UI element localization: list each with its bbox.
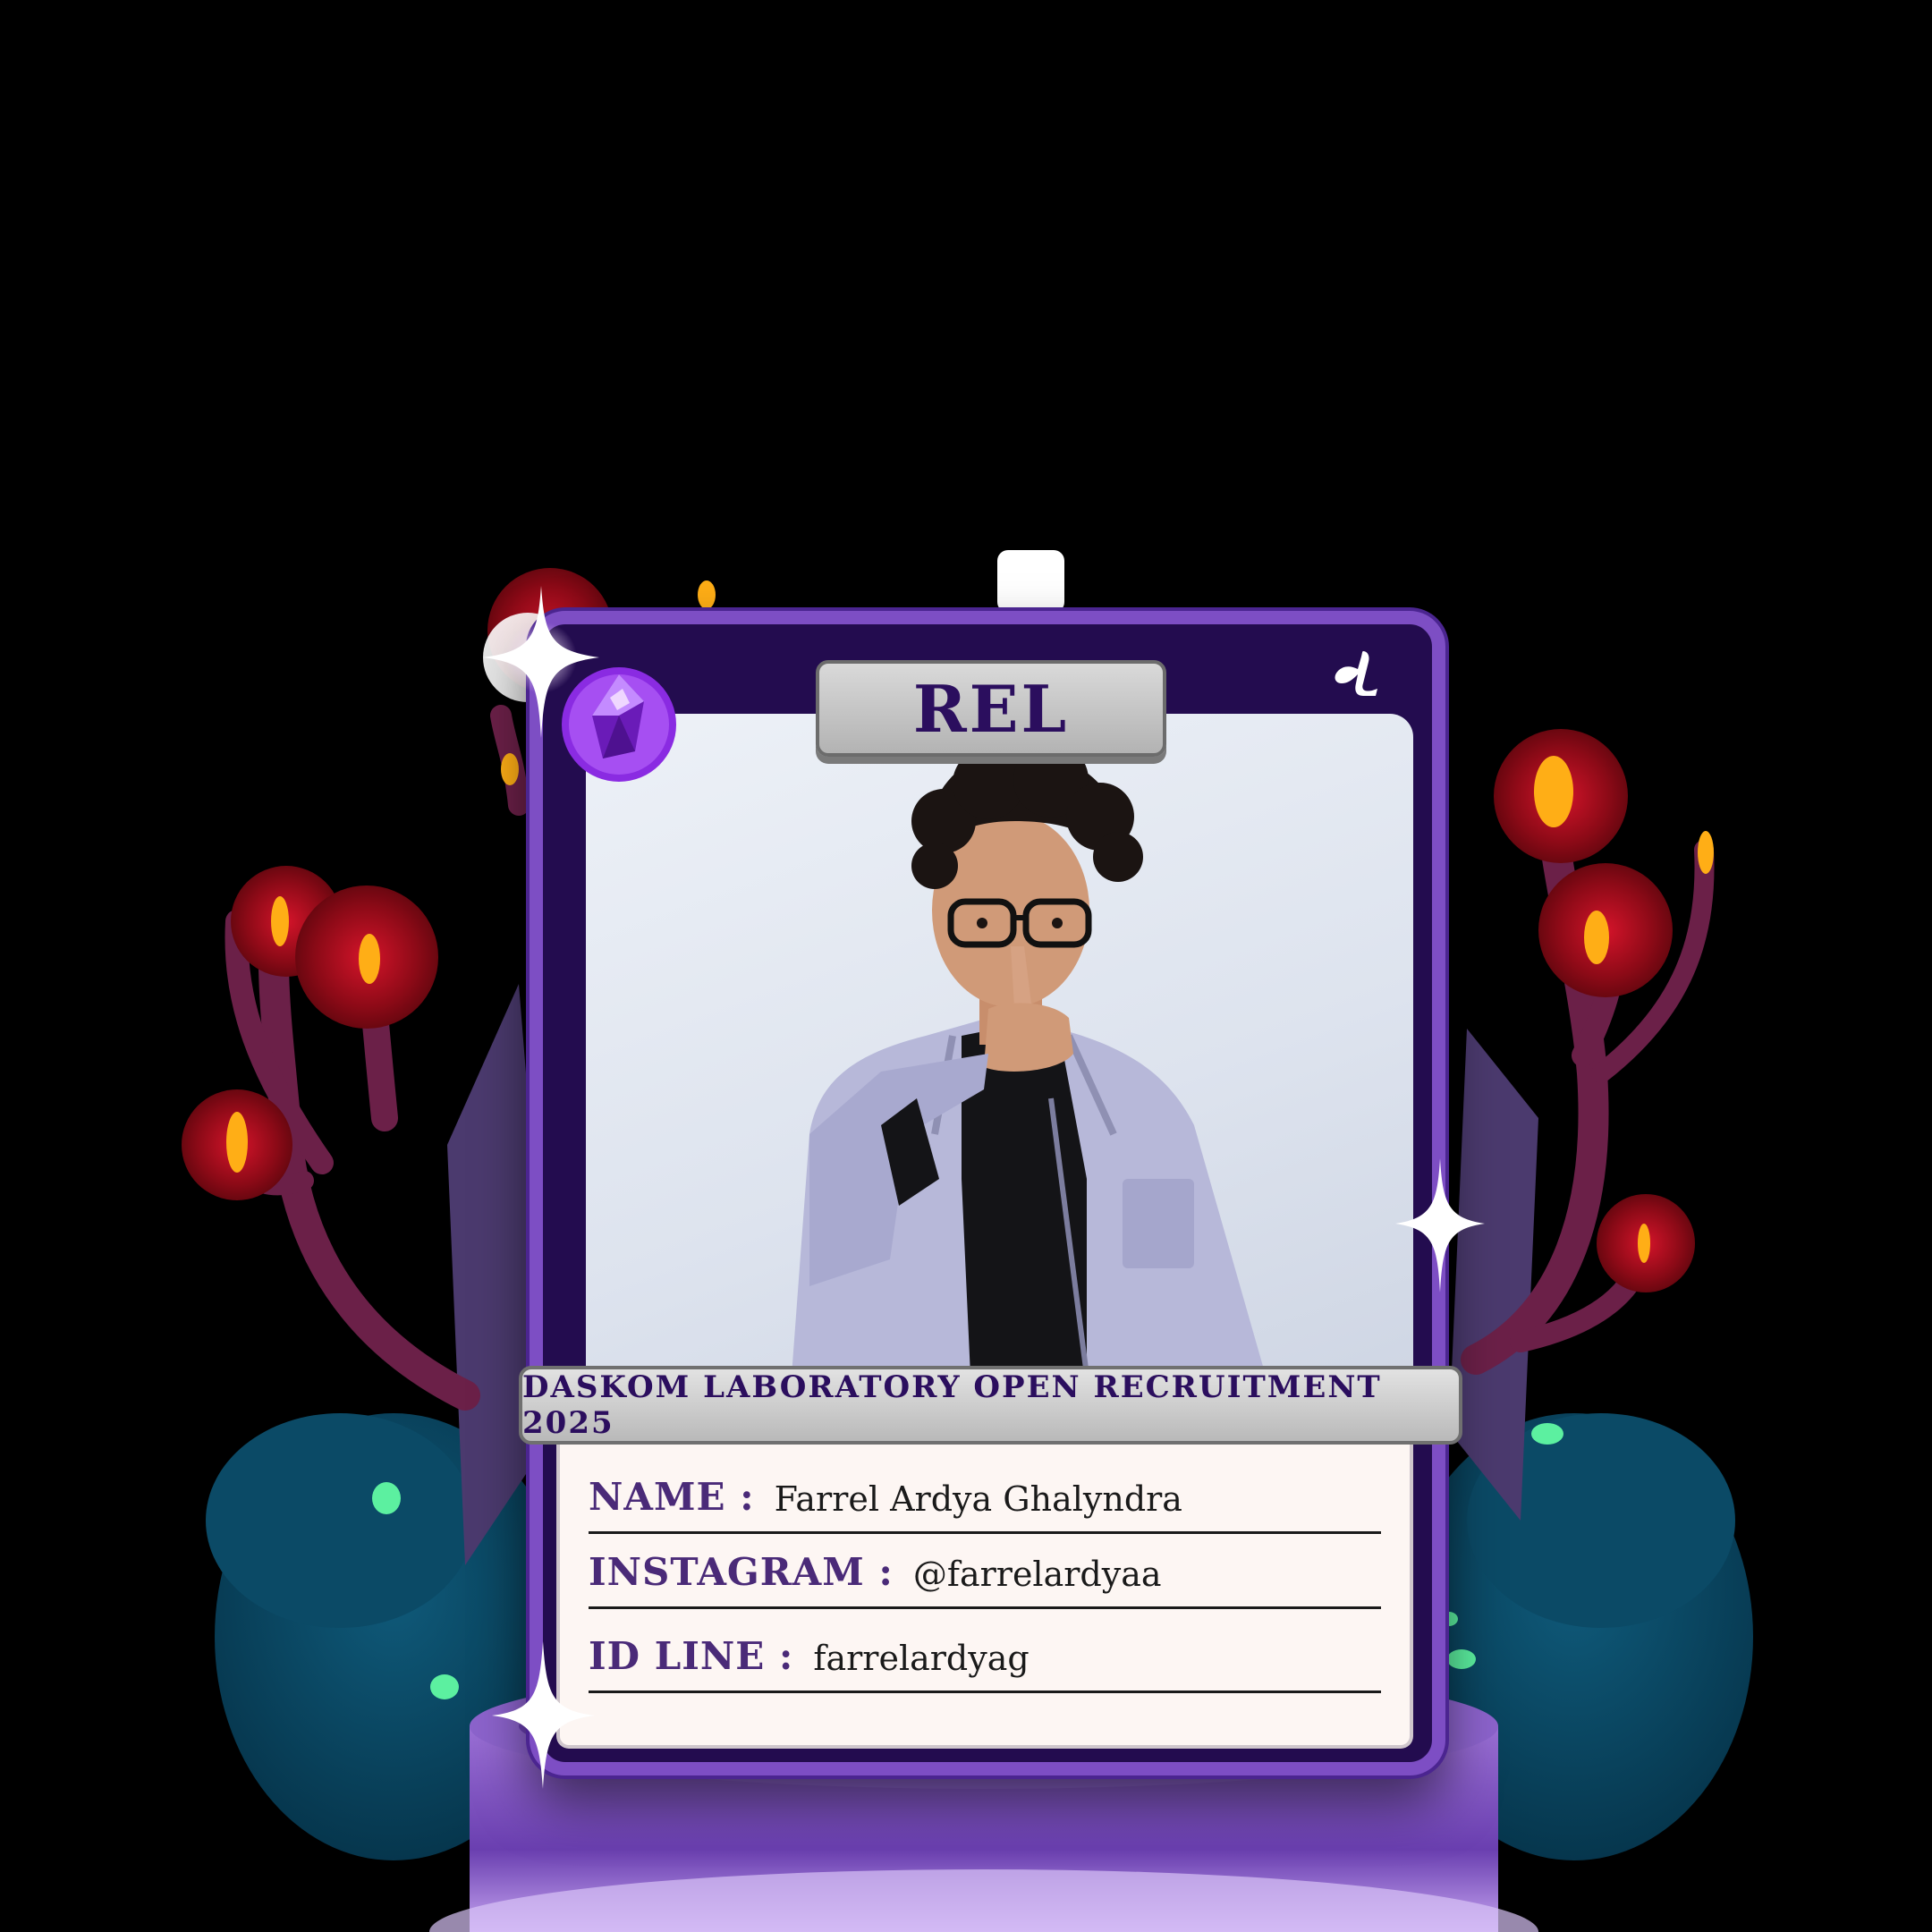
instagram-row: INSTAGRAM : @farrelardyaa xyxy=(589,1538,1381,1609)
card-title: REL xyxy=(912,670,1070,747)
profile-info-panel: NAME : Farrel Ardya Ghalyndra INSTAGRAM … xyxy=(556,1445,1413,1749)
card-title-plate: REL xyxy=(816,660,1166,757)
white-glint-top xyxy=(997,550,1064,613)
daskom-logo-icon xyxy=(1335,651,1377,696)
id-line-row: ID LINE : farrelardyag xyxy=(589,1622,1381,1693)
name-label: NAME : xyxy=(589,1475,755,1519)
card-scene: REL DASKOM LABORATORY OPEN RECRUITMENT 2… xyxy=(0,0,1932,1932)
sparkle-icon xyxy=(1395,1158,1485,1292)
recruitment-banner: DASKOM LABORATORY OPEN RECRUITMENT 2025 xyxy=(519,1366,1462,1445)
id-line-label: ID LINE : xyxy=(589,1634,794,1678)
profile-photo xyxy=(586,714,1413,1376)
person-portrait-illustration xyxy=(792,742,1266,1376)
instagram-label: INSTAGRAM : xyxy=(589,1550,894,1594)
id-line-value: farrelardyag xyxy=(813,1639,1030,1678)
instagram-value: @farrelardyaa xyxy=(912,1555,1162,1594)
sparkle-icon xyxy=(483,586,599,738)
sparkle-icon xyxy=(492,1641,595,1789)
name-value: Farrel Ardya Ghalyndra xyxy=(774,1479,1182,1519)
banner-text: DASKOM LABORATORY OPEN RECRUITMENT 2025 xyxy=(522,1369,1382,1441)
name-row: NAME : Farrel Ardya Ghalyndra xyxy=(589,1462,1381,1534)
